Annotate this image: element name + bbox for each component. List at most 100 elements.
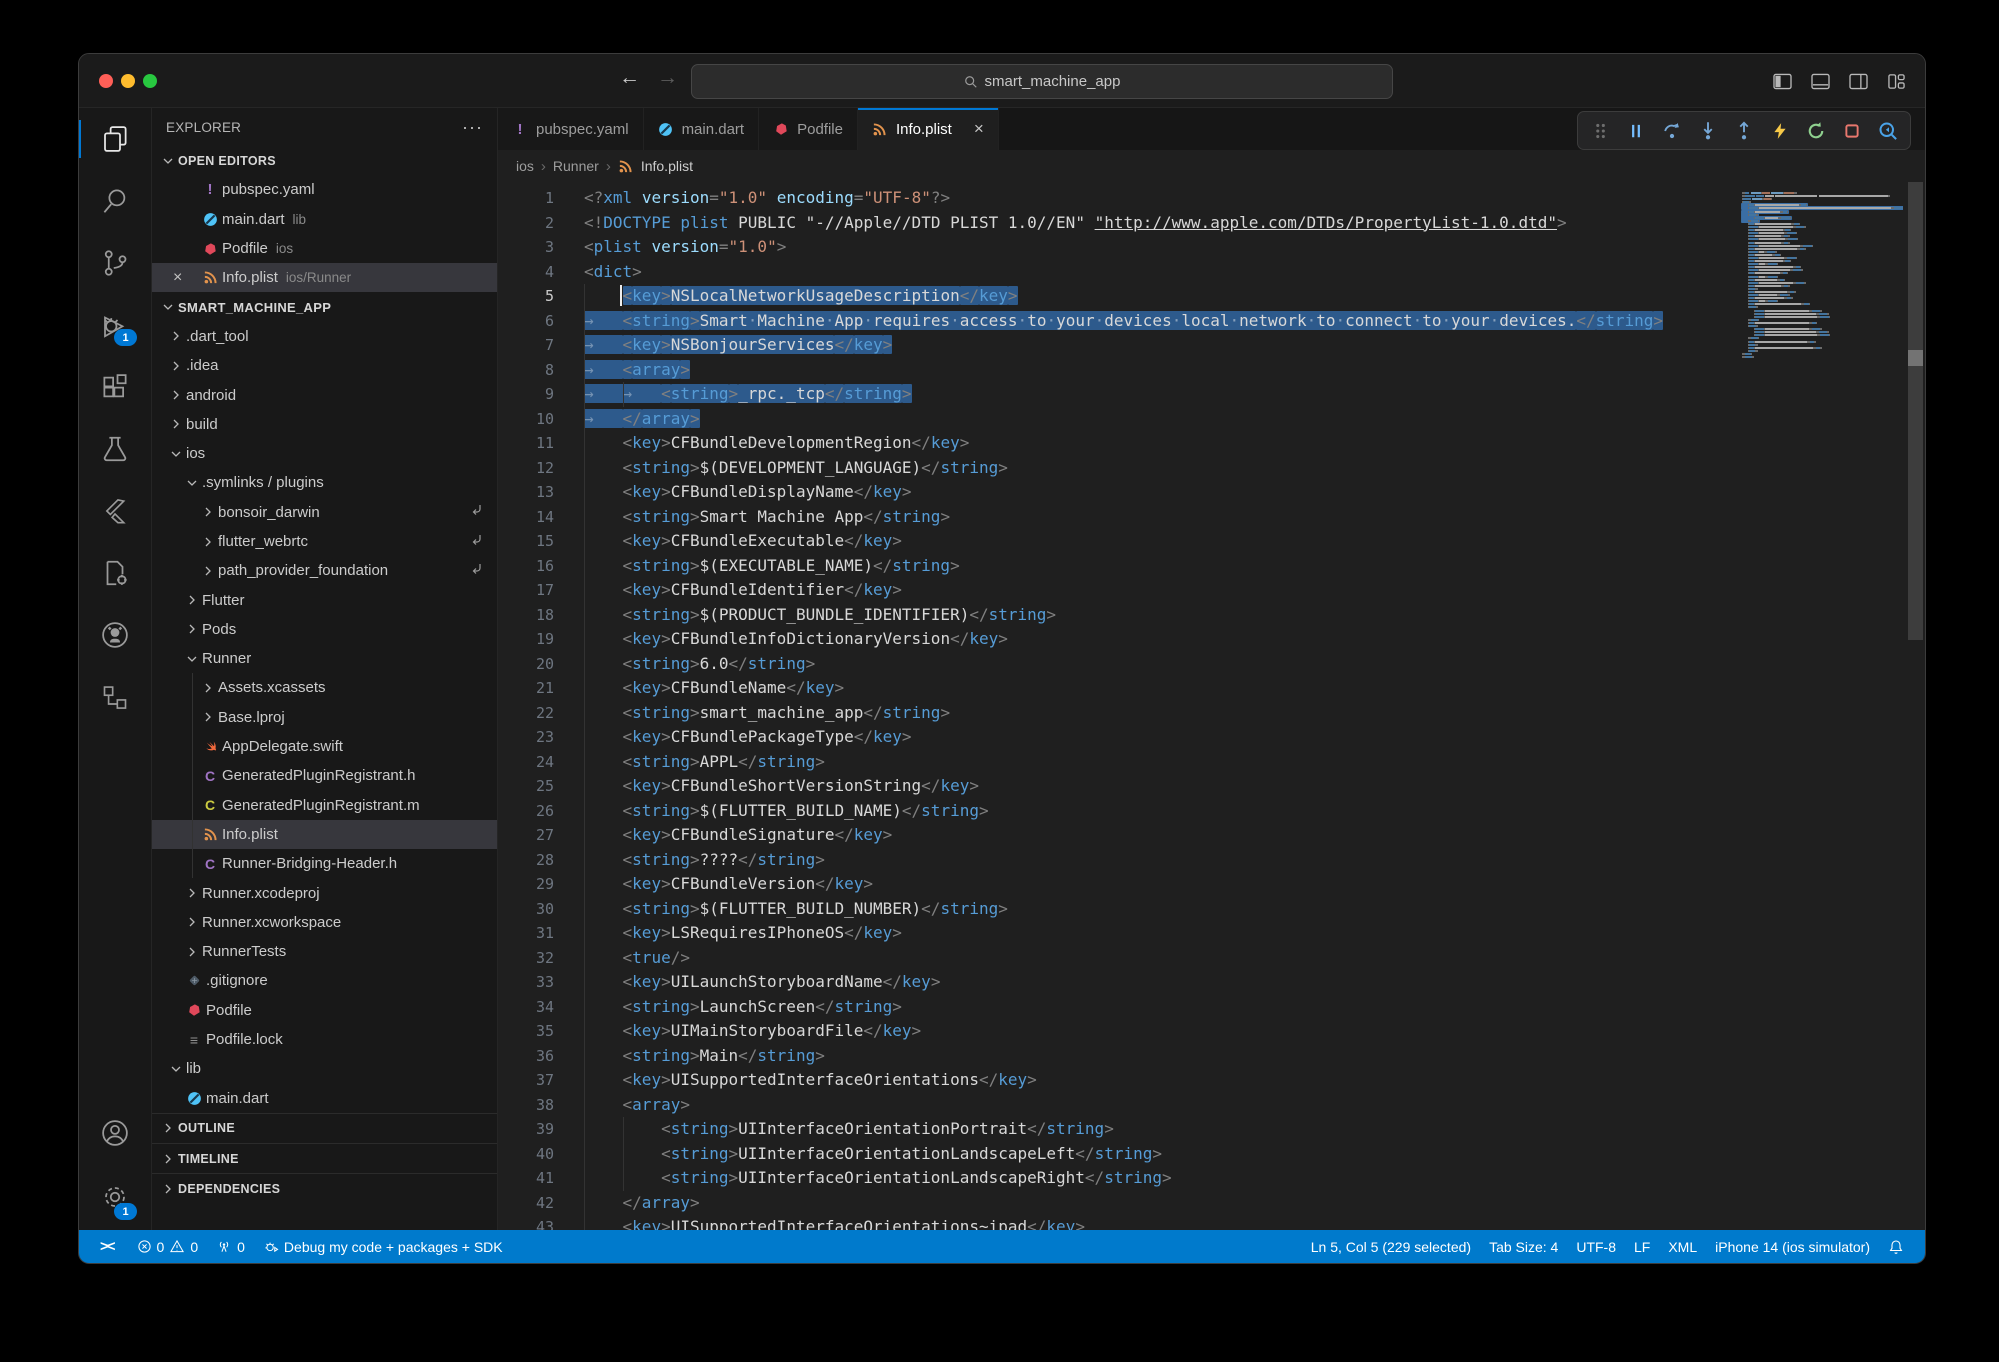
- tab-info-plist[interactable]: Info.plist×: [858, 108, 999, 150]
- toggle-primary-sidebar-button[interactable]: [1769, 68, 1795, 94]
- code-line-11[interactable]: 11 <key>CFBundleDevelopmentRegion</key>: [498, 431, 1741, 456]
- code-line-4[interactable]: 4<dict>: [498, 260, 1741, 285]
- minimize-window-button[interactable]: [121, 74, 135, 88]
- code-line-15[interactable]: 15 <key>CFBundleExecutable</key>: [498, 529, 1741, 554]
- code-line-5[interactable]: 5 <key>NSLocalNetworkUsageDescription</k…: [498, 284, 1741, 309]
- tree-item-base-lproj[interactable]: Base.lproj: [152, 703, 497, 732]
- code-line-30[interactable]: 30 <string>$(FLUTTER_BUILD_NUMBER)</stri…: [498, 897, 1741, 922]
- tree-item-assets-xcassets[interactable]: Assets.xcassets: [152, 673, 497, 702]
- activity-explorer-button[interactable]: [79, 108, 151, 170]
- minimap[interactable]: [1741, 182, 1903, 1230]
- code-line-39[interactable]: 39 <string>UIInterfaceOrientationPortrai…: [498, 1117, 1741, 1142]
- tree-item-idea[interactable]: .idea: [152, 351, 497, 380]
- code-line-41[interactable]: 41 <string>UIInterfaceOrientationLandsca…: [498, 1166, 1741, 1191]
- code-line-17[interactable]: 17 <key>CFBundleIdentifier</key>: [498, 578, 1741, 603]
- code-line-1[interactable]: 1<?xml version="1.0" encoding="UTF-8"?>: [498, 186, 1741, 211]
- code-line-18[interactable]: 18 <string>$(PRODUCT_BUNDLE_IDENTIFIER)<…: [498, 603, 1741, 628]
- code-line-43[interactable]: 43 <key>UISupportedInterfaceOrientations…: [498, 1215, 1741, 1230]
- language-mode[interactable]: XML: [1659, 1239, 1706, 1255]
- accounts-button[interactable]: [79, 1102, 151, 1164]
- code-line-6[interactable]: 6→<string>Smart·Machine·App·requires·acc…: [498, 309, 1741, 334]
- code-line-14[interactable]: 14 <string>Smart Machine App</string>: [498, 505, 1741, 530]
- step-into-button[interactable]: [1692, 116, 1724, 146]
- tree-item-runnertests[interactable]: RunnerTests: [152, 937, 497, 966]
- tree-item-pods[interactable]: Pods: [152, 615, 497, 644]
- zoom-window-button[interactable]: [143, 74, 157, 88]
- customize-layout-button[interactable]: [1883, 68, 1909, 94]
- code-line-8[interactable]: 8→<array>: [498, 358, 1741, 383]
- toggle-panel-button[interactable]: [1807, 68, 1833, 94]
- code-line-38[interactable]: 38 <array>: [498, 1093, 1741, 1118]
- close-tab-button[interactable]: ×: [974, 119, 984, 139]
- problems-indicator[interactable]: 0 0: [128, 1230, 208, 1263]
- tree-item-lib[interactable]: lib: [152, 1054, 497, 1083]
- tree-item-runner-xcworkspace[interactable]: Runner.xcworkspace: [152, 908, 497, 937]
- encoding[interactable]: UTF-8: [1567, 1239, 1625, 1255]
- code-line-33[interactable]: 33 <key>UILaunchStoryboardName</key>: [498, 970, 1741, 995]
- code-line-37[interactable]: 37 <key>UISupportedInterfaceOrientations…: [498, 1068, 1741, 1093]
- tree-item-generatedpluginregistrant-h[interactable]: CGeneratedPluginRegistrant.h: [152, 761, 497, 790]
- section-smart-machine-app[interactable]: SMART_MACHINE_APP: [152, 292, 497, 321]
- scrollbar-thumb[interactable]: [1908, 182, 1923, 640]
- code-line-16[interactable]: 16 <string>$(EXECUTABLE_NAME)</string>: [498, 554, 1741, 579]
- notifications-bell[interactable]: [1879, 1239, 1913, 1255]
- tree-item-generatedpluginregistrant-m[interactable]: CGeneratedPluginRegistrant.m: [152, 791, 497, 820]
- tab-main-dart[interactable]: main.dart: [644, 108, 760, 150]
- remote-indicator[interactable]: ><: [91, 1230, 128, 1263]
- breadcrumb-item-runner[interactable]: Runner: [553, 158, 599, 174]
- code-line-31[interactable]: 31 <key>LSRequiresIPhoneOS</key>: [498, 921, 1741, 946]
- activity-hierarchy-button[interactable]: [79, 666, 151, 728]
- activity-project-runner-button[interactable]: [79, 542, 151, 604]
- code-editor[interactable]: 1<?xml version="1.0" encoding="UTF-8"?> 2…: [498, 182, 1741, 1230]
- code-line-12[interactable]: 12 <string>$(DEVELOPMENT_LANGUAGE)</stri…: [498, 456, 1741, 481]
- code-line-34[interactable]: 34 <string>LaunchScreen</string>: [498, 995, 1741, 1020]
- hot-reload-button[interactable]: [1764, 116, 1796, 146]
- code-line-20[interactable]: 20 <string>6.0</string>: [498, 652, 1741, 677]
- section-dependencies[interactable]: DEPENDENCIES: [152, 1173, 497, 1203]
- code-line-36[interactable]: 36 <string>Main</string>: [498, 1044, 1741, 1069]
- code-line-35[interactable]: 35 <key>UIMainStoryboardFile</key>: [498, 1019, 1741, 1044]
- tree-item-appdelegate-swift[interactable]: AppDelegate.swift: [152, 732, 497, 761]
- tree-item-main-dart[interactable]: main.dart: [152, 1084, 497, 1113]
- code-line-32[interactable]: 32 <true/>: [498, 946, 1741, 971]
- debug-status[interactable]: Debug my code + packages + SDK: [254, 1230, 512, 1263]
- tree-item-info-plist[interactable]: ×Info.plistios/Runner: [152, 263, 497, 292]
- tree-item-podfile[interactable]: Podfileios: [152, 234, 497, 263]
- code-line-23[interactable]: 23 <key>CFBundlePackageType</key>: [498, 725, 1741, 750]
- tree-item-ios[interactable]: ios: [152, 439, 497, 468]
- tree-item-pubspec-yaml[interactable]: !pubspec.yaml: [152, 175, 497, 204]
- tree-item-info-plist[interactable]: Info.plist: [152, 820, 497, 849]
- more-actions-button[interactable]: ···: [462, 117, 483, 138]
- editor-scrollbar[interactable]: [1903, 182, 1925, 1230]
- tree-item-android[interactable]: android: [152, 380, 497, 409]
- tree-item-runner-xcodeproj[interactable]: Runner.xcodeproj: [152, 878, 497, 907]
- tree-item-podfile-lock[interactable]: ≡Podfile.lock: [152, 1025, 497, 1054]
- section-open-editors[interactable]: OPEN EDITORS: [152, 146, 497, 175]
- tab-podfile[interactable]: Podfile: [759, 108, 858, 150]
- tab-size[interactable]: Tab Size: 4: [1480, 1239, 1567, 1255]
- code-line-13[interactable]: 13 <key>CFBundleDisplayName</key>: [498, 480, 1741, 505]
- code-line-28[interactable]: 28 <string>????</string>: [498, 848, 1741, 873]
- tree-item-dart-tool[interactable]: .dart_tool: [152, 322, 497, 351]
- code-line-25[interactable]: 25 <key>CFBundleShortVersionString</key>: [498, 774, 1741, 799]
- activity-github-button[interactable]: [79, 604, 151, 666]
- tree-item-gitignore[interactable]: .gitignore: [152, 966, 497, 995]
- breadcrumb-item-ios[interactable]: ios: [516, 158, 534, 174]
- code-line-3[interactable]: 3<plist version="1.0">: [498, 235, 1741, 260]
- breadcrumb-item-info-plist[interactable]: Info.plist: [641, 158, 693, 174]
- code-line-19[interactable]: 19 <key>CFBundleInfoDictionaryVersion</k…: [498, 627, 1741, 652]
- tree-item-flutter-webrtc[interactable]: flutter_webrtc: [152, 527, 497, 556]
- activity-search-button[interactable]: [79, 170, 151, 232]
- tree-item-main-dart[interactable]: main.dartlib: [152, 205, 497, 234]
- navigate-back-button[interactable]: ←: [619, 66, 640, 90]
- tree-item-flutter[interactable]: Flutter: [152, 585, 497, 614]
- pause-button[interactable]: [1620, 116, 1652, 146]
- device-selector[interactable]: iPhone 14 (ios simulator): [1706, 1239, 1879, 1255]
- tree-item-bonsoir-darwin[interactable]: bonsoir_darwin: [152, 498, 497, 527]
- cursor-position[interactable]: Ln 5, Col 5 (229 selected): [1302, 1239, 1480, 1255]
- tree-item-runner-bridging-header-h[interactable]: CRunner-Bridging-Header.h: [152, 849, 497, 878]
- code-line-42[interactable]: 42 </array>: [498, 1191, 1741, 1216]
- stop-button[interactable]: [1836, 116, 1868, 146]
- tree-item-build[interactable]: build: [152, 410, 497, 439]
- step-out-button[interactable]: [1728, 116, 1760, 146]
